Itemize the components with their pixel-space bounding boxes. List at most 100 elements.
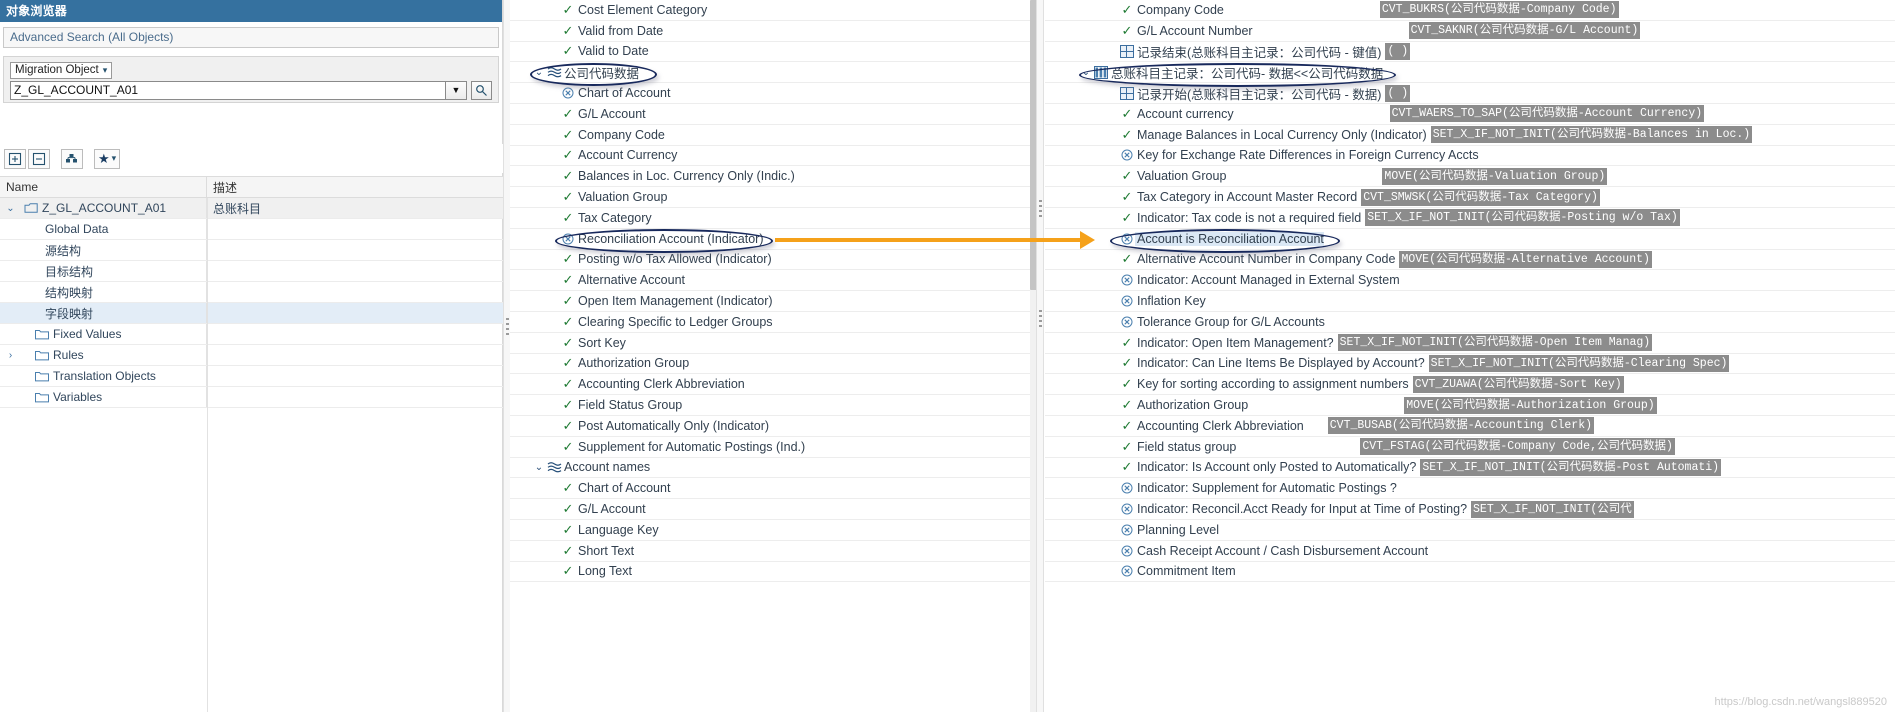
mapping-rule-badge[interactable]: SET_X_IF_NOT_INIT(公司代 (1471, 500, 1634, 518)
target-field-row[interactable]: ✓ Account currency CVT_WAERS_TO_SAP(公司代码数据… (1045, 104, 1895, 125)
source-field-row[interactable]: ✓ Cost Element Category (510, 0, 1030, 21)
source-field-row[interactable]: ✓ Clearing Specific to Ledger Groups (510, 312, 1030, 333)
mapping-rule-badge[interactable]: MOVE(公司代码数据-Alternative Account) (1399, 250, 1652, 268)
target-field-row[interactable]: ✓ Indicator: Can Line Items Be Displayed … (1045, 354, 1895, 375)
source-field-row[interactable]: ✓ Post Automatically Only (Indicator) (510, 416, 1030, 437)
source-field-row[interactable]: ✓ Language Key (510, 520, 1030, 541)
target-field-row[interactable]: ✓ Indicator: Is Account only Posted to Au… (1045, 458, 1895, 479)
object-tree-row[interactable]: 字段映射 (0, 303, 503, 324)
source-field-row[interactable]: ✓ Company Code (510, 125, 1030, 146)
migration-object-input[interactable]: Z_GL_ACCOUNT_A01 (10, 80, 446, 100)
mapping-rule-badge[interactable]: MOVE(公司代码数据-Authorization Group) (1404, 396, 1657, 414)
expand-all-icon[interactable] (4, 148, 26, 169)
chevron-right-icon[interactable]: › (4, 350, 17, 361)
object-tree-row[interactable]: 源结构 (0, 240, 503, 261)
chevron-down-icon[interactable]: ⌄ (532, 67, 546, 78)
splitter-right[interactable] (1036, 0, 1044, 712)
object-tree-row[interactable]: 目标结构 (0, 261, 503, 282)
source-field-row[interactable]: ✓ Valid from Date (510, 21, 1030, 42)
target-field-row[interactable]: 记录结束(总账科目主记录：公司代码 - 键值)( ) (1045, 42, 1895, 63)
advanced-search-link[interactable]: Advanced Search (All Objects) (3, 27, 499, 48)
object-tree-row[interactable]: 结构映射 (0, 282, 503, 303)
target-field-row[interactable]: Account is Reconciliation Account (1045, 229, 1895, 250)
target-field-row[interactable]: ✓ Valuation Group MOVE(公司代码数据-Valuation Gr… (1045, 166, 1895, 188)
target-field-row[interactable]: Indicator: Reconcil.Acct Ready for Input… (1045, 499, 1895, 520)
target-field-row[interactable]: 记录开始(总账科目主记录：公司代码 - 数据)( ) (1045, 83, 1895, 104)
collapse-all-icon[interactable] (28, 148, 50, 169)
object-tree-row[interactable]: Translation Objects (0, 366, 503, 387)
object-tree-row[interactable]: Global Data (0, 219, 503, 240)
source-field-row[interactable]: ✓ Short Text (510, 541, 1030, 562)
chevron-down-icon[interactable]: ⌄ (532, 462, 546, 473)
object-tree-row[interactable]: Fixed Values (0, 324, 503, 345)
target-field-row[interactable]: ✓ Tax Category in Account Master Record CV… (1045, 187, 1895, 208)
source-field-row[interactable]: ✓ Alternative Account (510, 270, 1030, 292)
object-tree-row[interactable]: Variables (0, 387, 503, 408)
source-field-row[interactable]: ✓ Posting w/o Tax Allowed (Indicator) (510, 250, 1030, 271)
source-field-row[interactable]: ✓ G/L Account (510, 104, 1030, 125)
mapping-rule-badge[interactable]: SET_X_IF_NOT_INIT(公司代码数据-Balances in Loc… (1430, 126, 1753, 144)
mapping-rule-badge[interactable]: CVT_WAERS_TO_SAP(公司代码数据-Account Currency… (1389, 105, 1705, 123)
mapping-rule-badge[interactable]: ( ) (1385, 84, 1411, 102)
target-field-row[interactable]: Inflation Key (1045, 291, 1895, 312)
source-field-row[interactable]: ✓ Valid to Date (510, 42, 1030, 63)
target-field-row[interactable]: Planning Level (1045, 520, 1895, 541)
source-field-row[interactable]: ✓ Tax Category (510, 208, 1030, 229)
mapping-rule-badge[interactable]: ( ) (1385, 42, 1411, 60)
value-help-dropdown-button[interactable]: ▼ (446, 80, 467, 100)
source-field-row[interactable]: ✓ Chart of Account (510, 478, 1030, 500)
object-tree-row[interactable]: › Rules (0, 345, 503, 366)
column-header-description[interactable]: 描述 (207, 177, 503, 197)
target-field-row[interactable]: Indicator: Account Managed in External S… (1045, 270, 1895, 292)
source-field-row[interactable]: ✓ Accounting Clerk Abbreviation (510, 374, 1030, 396)
source-field-row[interactable]: ✓ Balances in Loc. Currency Only (Indic.) (510, 166, 1030, 188)
mapping-rule-badge[interactable]: SET_X_IF_NOT_INIT(公司代码数据-Posting w/o Tax… (1365, 209, 1680, 227)
search-help-icon[interactable] (471, 80, 492, 100)
target-field-row[interactable]: ✓ G/L Account Number CVT_SAKNR(公司代码数据-G/L … (1045, 21, 1895, 42)
target-field-row[interactable]: Cash Receipt Account / Cash Disbursement… (1045, 541, 1895, 562)
source-field-row[interactable]: Chart of Account (510, 83, 1030, 104)
object-tree-row[interactable]: ⌄ Z_GL_ACCOUNT_A01 总账科目 (0, 198, 503, 219)
column-header-name[interactable]: Name (0, 177, 207, 197)
source-field-row[interactable]: ✓ Authorization Group (510, 354, 1030, 375)
source-field-row[interactable]: ✓ Valuation Group (510, 187, 1030, 208)
favorites-dropdown[interactable]: ★ ▾ (94, 148, 121, 169)
mapping-rule-badge[interactable]: CVT_BUKRS(公司代码数据-Company Code) (1379, 1, 1619, 19)
hierarchy-icon[interactable] (61, 148, 83, 169)
target-field-row[interactable]: Key for Exchange Rate Differences in For… (1045, 146, 1895, 167)
source-field-row[interactable]: ⌄ Account names (510, 458, 1030, 479)
mapping-rule-badge[interactable]: MOVE(公司代码数据-Valuation Group) (1382, 167, 1608, 185)
mapping-rule-badge[interactable]: SET_X_IF_NOT_INIT(公司代码数据-Open Item Manag… (1337, 334, 1653, 352)
target-field-row[interactable]: Indicator: Supplement for Automatic Post… (1045, 478, 1895, 500)
target-field-row[interactable]: ✓ Manage Balances in Local Currency Only … (1045, 125, 1895, 146)
source-field-row[interactable]: ✓ Supplement for Automatic Postings (Ind.… (510, 437, 1030, 458)
mapping-rule-badge[interactable]: SET_X_IF_NOT_INIT(公司代码数据-Clearing Spec) (1428, 354, 1730, 372)
target-field-row[interactable]: ✓ Accounting Clerk Abbreviation CVT_BUSAB(… (1045, 416, 1895, 437)
mapping-rule-badge[interactable]: CVT_FSTAG(公司代码数据-Company Code,公司代码数据) (1360, 438, 1675, 456)
target-field-row[interactable]: ✓ Field status group CVT_FSTAG(公司代码数据-Comp… (1045, 437, 1895, 458)
mapping-rule-badge[interactable]: CVT_SMWSK(公司代码数据-Tax Category) (1361, 188, 1600, 206)
source-field-row[interactable]: ⌄ 公司代码数据 (510, 62, 1030, 84)
mapping-rule-badge[interactable]: SET_X_IF_NOT_INIT(公司代码数据-Post Automati) (1420, 458, 1722, 476)
mapping-rule-badge[interactable]: CVT_ZUAWA(公司代码数据-Sort Key) (1412, 375, 1624, 393)
source-field-row[interactable]: ✓ Field Status Group (510, 395, 1030, 416)
source-field-row[interactable]: ✓ Sort Key (510, 333, 1030, 354)
target-field-row[interactable]: ✓ Indicator: Open Item Management? SET_X_I… (1045, 333, 1895, 354)
target-field-row[interactable]: ✓ Alternative Account Number in Company C… (1045, 250, 1895, 271)
target-field-row[interactable]: Commitment Item (1045, 562, 1895, 583)
chevron-down-icon[interactable]: ⌄ (1079, 67, 1093, 78)
target-field-row[interactable]: ✓ Key for sorting according to assignment… (1045, 374, 1895, 396)
source-field-row[interactable]: ✓ Long Text (510, 562, 1030, 583)
mapping-rule-badge[interactable]: CVT_BUSAB(公司代码数据-Accounting Clerk) (1327, 417, 1594, 435)
target-field-row[interactable]: ✓ Authorization Group MOVE(公司代码数据-Authoriz… (1045, 395, 1895, 416)
target-field-row[interactable]: ⌄ 总账科目主记录：公司代码- 数据<<公司代码数据 (1045, 62, 1895, 84)
source-field-row[interactable]: ✓ G/L Account (510, 499, 1030, 520)
mapping-rule-badge[interactable]: CVT_SAKNR(公司代码数据-G/L Account) (1408, 22, 1641, 40)
source-field-row[interactable]: ✓ Account Currency (510, 146, 1030, 167)
source-field-row[interactable]: Reconciliation Account (Indicator) (510, 229, 1030, 250)
source-field-row[interactable]: ✓ Open Item Management (Indicator) (510, 291, 1030, 312)
object-type-dropdown[interactable]: Migration Object ▾ (10, 61, 113, 79)
target-field-row[interactable]: ✓ Company Code CVT_BUKRS(公司代码数据-Company Co… (1045, 0, 1895, 21)
chevron-down-icon[interactable]: ⌄ (4, 203, 17, 214)
target-field-row[interactable]: Tolerance Group for G/L Accounts (1045, 312, 1895, 333)
